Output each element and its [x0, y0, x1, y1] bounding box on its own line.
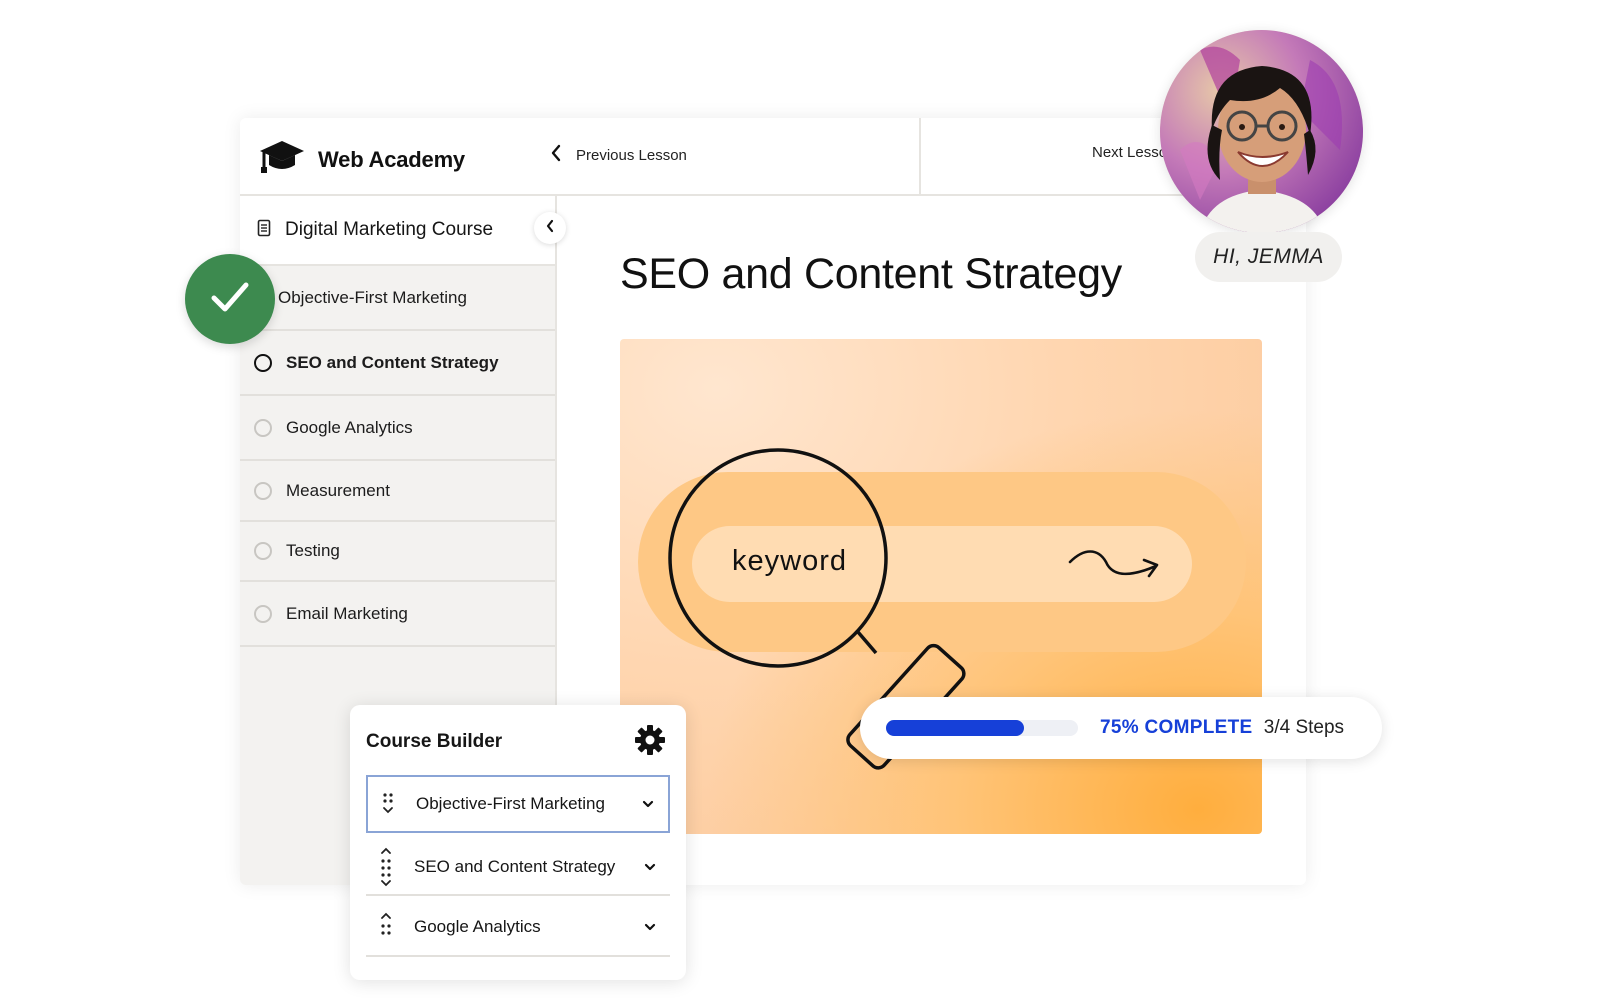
drag-handle-icon[interactable] — [366, 912, 402, 942]
incomplete-radio-icon — [254, 542, 272, 560]
lesson-title: SEO and Content Strategy — [620, 250, 1122, 298]
lesson-item-objective-first-marketing[interactable]: Objective-First Marketing — [240, 266, 555, 331]
top-navigation-bar: Web Academy Previous Lesson Next Lesson — [240, 118, 1306, 196]
builder-row-seo-and-content-strategy[interactable]: SEO and Content Strategy — [366, 838, 670, 896]
previous-lesson-button[interactable]: Previous Lesson — [550, 144, 687, 167]
lesson-item-google-analytics[interactable]: Google Analytics — [240, 396, 555, 461]
chevron-down-icon[interactable] — [630, 863, 670, 871]
builder-row-google-analytics[interactable]: Google Analytics — [366, 898, 670, 956]
collapse-sidebar-button[interactable] — [534, 212, 566, 244]
avatar-photo — [1160, 30, 1363, 233]
drag-handle-icon[interactable] — [366, 847, 402, 887]
brand[interactable]: Web Academy — [258, 139, 465, 180]
row-divider — [366, 955, 670, 957]
chevron-left-icon — [545, 219, 555, 238]
progress-text: 75% COMPLETE 3/4 Steps — [1100, 717, 1344, 739]
check-icon — [210, 280, 250, 319]
row-divider — [366, 894, 670, 896]
progress-steps-label: 3/4 Steps — [1263, 717, 1345, 738]
squiggle-arrow-icon — [1068, 550, 1159, 578]
keyword-text: keyword — [732, 545, 847, 577]
course-title: Digital Marketing Course — [285, 219, 494, 240]
document-icon — [257, 219, 271, 242]
lesson-label: Measurement — [286, 480, 390, 500]
builder-row-label: SEO and Content Strategy — [414, 857, 616, 876]
lesson-complete-badge — [185, 254, 275, 344]
course-builder-panel: Course Builder Objective-First Marketing… — [350, 705, 686, 980]
previous-lesson-label: Previous Lesson — [576, 147, 687, 164]
builder-row-label: Google Analytics — [414, 917, 541, 936]
chevron-left-icon — [550, 144, 562, 167]
gear-icon[interactable] — [634, 724, 666, 761]
topbar-divider — [919, 118, 921, 196]
current-lesson-radio-icon — [254, 353, 272, 372]
lesson-label: Objective-First Marketing — [278, 287, 467, 307]
progress-bar-fill — [886, 720, 1025, 736]
lesson-label: SEO and Content Strategy — [286, 352, 499, 372]
brand-name: Web Academy — [318, 146, 465, 172]
builder-row-objective-first-marketing[interactable]: Objective-First Marketing — [366, 775, 670, 833]
course-progress-widget: 75% COMPLETE 3/4 Steps — [860, 697, 1382, 759]
graduation-cap-icon — [258, 139, 306, 180]
magnifier-illustration — [668, 448, 966, 770]
user-greeting: HI, JEMMA — [1195, 232, 1342, 282]
avatar[interactable] — [1160, 30, 1363, 233]
progress-percent-label: 75% COMPLETE — [1100, 717, 1253, 738]
course-header: Digital Marketing Course — [240, 196, 555, 266]
incomplete-radio-icon — [254, 604, 272, 623]
progress-bar — [886, 720, 1078, 736]
incomplete-radio-icon — [254, 418, 272, 437]
course-builder-title: Course Builder — [366, 731, 503, 752]
drag-handle-icon[interactable] — [368, 791, 404, 817]
builder-row-label: Objective-First Marketing — [416, 794, 605, 813]
lesson-hero-image: keyword — [620, 339, 1262, 834]
chevron-down-icon[interactable] — [630, 923, 670, 931]
lesson-item-email-marketing[interactable]: Email Marketing — [240, 582, 555, 647]
lesson-label: Testing — [286, 541, 340, 560]
lesson-item-measurement[interactable]: Measurement — [240, 461, 555, 522]
incomplete-radio-icon — [254, 481, 272, 500]
chevron-down-icon[interactable] — [628, 800, 668, 808]
lesson-label: Email Marketing — [286, 603, 408, 623]
lesson-label: Google Analytics — [286, 417, 413, 437]
lesson-item-seo-and-content-strategy[interactable]: SEO and Content Strategy — [240, 331, 555, 396]
lesson-item-testing[interactable]: Testing — [240, 522, 555, 582]
